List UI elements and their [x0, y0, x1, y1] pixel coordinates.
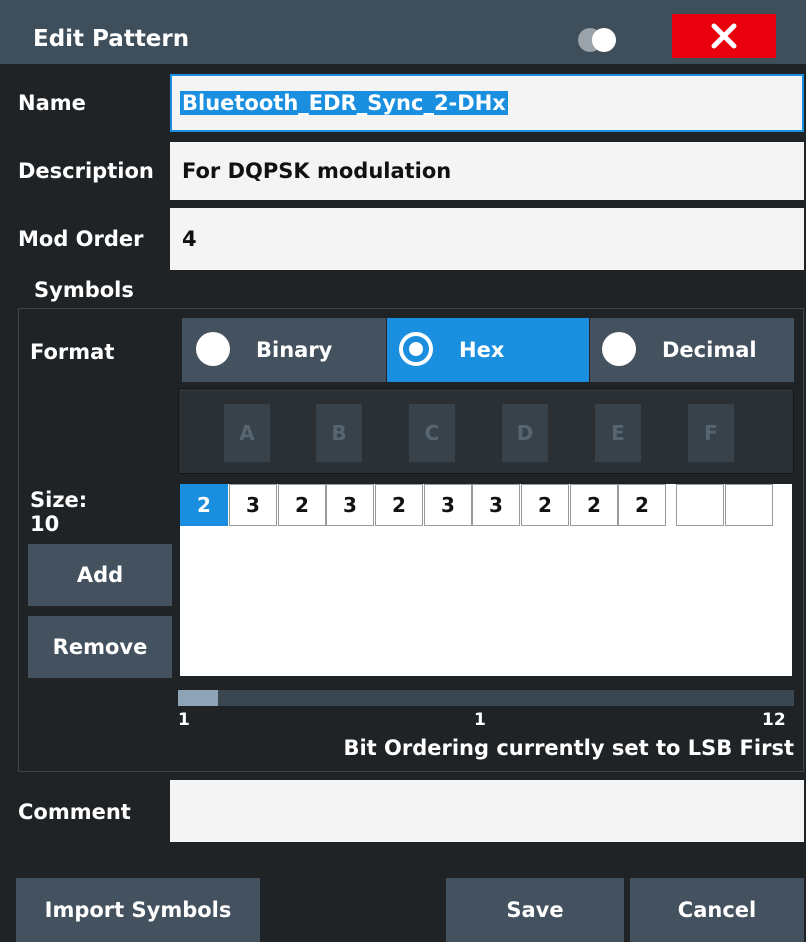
- format-decimal-label: Decimal: [662, 338, 757, 362]
- symbol-scrollbar[interactable]: [178, 690, 794, 706]
- symbol-cell[interactable]: 2: [180, 484, 228, 526]
- format-binary-option[interactable]: Binary: [182, 318, 386, 382]
- close-x-icon: [711, 23, 737, 49]
- symbol-cell[interactable]: 2: [570, 484, 618, 526]
- symbol-cell[interactable]: 3: [472, 484, 520, 526]
- symbol-cell[interactable]: 2: [375, 484, 423, 526]
- format-decimal-option[interactable]: Decimal: [590, 318, 794, 382]
- description-field[interactable]: For DQPSK modulation: [170, 142, 804, 200]
- description-label: Description: [18, 159, 154, 183]
- title-bar: Edit Pattern: [0, 0, 806, 64]
- scrollbar-thumb[interactable]: [178, 690, 218, 706]
- edit-pattern-dialog: Edit Pattern Name Bluetooth_EDR_Sync_2-D…: [0, 0, 806, 942]
- bit-ordering-status: Bit Ordering currently set to LSB First: [343, 736, 794, 760]
- name-label: Name: [18, 91, 86, 115]
- hex-key-b: B: [316, 404, 362, 462]
- save-button[interactable]: Save: [446, 878, 624, 942]
- format-label: Format: [30, 340, 115, 364]
- mod-order-label: Mod Order: [18, 227, 144, 251]
- scroll-start-index: 1: [178, 710, 190, 730]
- name-field[interactable]: Bluetooth_EDR_Sync_2-DHx: [170, 74, 804, 132]
- size-value: 10: [30, 512, 60, 536]
- symbol-cell[interactable]: [676, 484, 724, 526]
- scroll-end-index: 12: [762, 710, 786, 730]
- theme-toggle-icon[interactable]: [578, 28, 624, 52]
- description-value: For DQPSK modulation: [182, 159, 452, 183]
- symbol-cell[interactable]: 3: [229, 484, 277, 526]
- dialog-title: Edit Pattern: [33, 26, 190, 52]
- scroll-current-index: 1: [474, 710, 486, 730]
- radio-selected-icon: [399, 332, 433, 366]
- symbol-cell[interactable]: 3: [424, 484, 472, 526]
- hex-key-e: E: [595, 404, 641, 462]
- comment-field[interactable]: [170, 780, 804, 842]
- hex-key-f: F: [688, 404, 734, 462]
- hex-key-a: A: [224, 404, 270, 462]
- format-hex-label: Hex: [459, 338, 505, 362]
- symbol-cell[interactable]: 2: [521, 484, 569, 526]
- add-button[interactable]: Add: [28, 544, 172, 606]
- mod-order-field[interactable]: 4: [170, 208, 804, 270]
- import-symbols-button[interactable]: Import Symbols: [16, 878, 260, 942]
- mod-order-value: 4: [182, 227, 197, 251]
- hex-key-c: C: [409, 404, 455, 462]
- hex-key-d: D: [502, 404, 548, 462]
- comment-label: Comment: [18, 800, 131, 824]
- format-binary-label: Binary: [256, 338, 333, 362]
- remove-button[interactable]: Remove: [28, 616, 172, 678]
- close-button[interactable]: [672, 14, 776, 58]
- cancel-button[interactable]: Cancel: [630, 878, 804, 942]
- name-value: Bluetooth_EDR_Sync_2-DHx: [180, 91, 508, 115]
- symbol-cell[interactable]: 2: [618, 484, 666, 526]
- size-label: Size:: [30, 488, 88, 512]
- radio-icon: [196, 332, 230, 366]
- format-hex-option[interactable]: Hex: [387, 318, 589, 382]
- symbol-cell[interactable]: 3: [326, 484, 374, 526]
- symbols-section-label: Symbols: [34, 278, 134, 302]
- symbol-cell[interactable]: 2: [278, 484, 326, 526]
- symbol-cell[interactable]: [725, 484, 773, 526]
- radio-icon: [602, 332, 636, 366]
